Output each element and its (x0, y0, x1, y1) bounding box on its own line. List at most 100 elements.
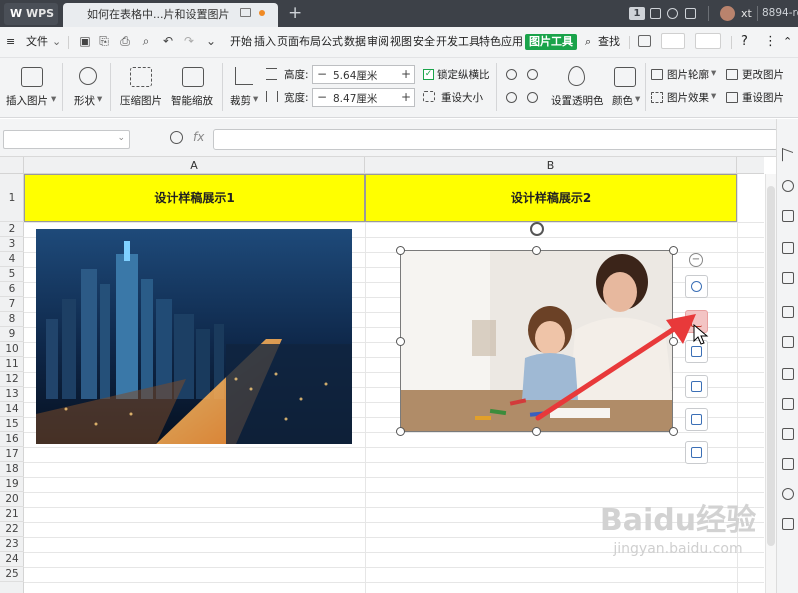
row-header[interactable]: 19 (0, 477, 24, 492)
file-chevron-down-icon[interactable]: ⌄ (52, 34, 61, 50)
more-panel-icon[interactable] (782, 518, 794, 530)
redo-icon[interactable]: ↷ (182, 34, 196, 48)
menu-hamburger-icon[interactable]: ≡ (6, 34, 15, 50)
save-icon[interactable]: ▣ (78, 34, 92, 48)
row-header[interactable]: 2 (0, 222, 24, 237)
height-value[interactable]: 5.64厘米 (333, 68, 377, 83)
edit-panel-icon[interactable] (782, 368, 794, 380)
picture-effect-icon[interactable] (651, 92, 663, 103)
picture-panel-icon[interactable] (782, 428, 794, 440)
reset-size-icon[interactable] (423, 91, 435, 102)
more-menu-icon[interactable]: ⋮ (764, 34, 777, 50)
cloud-sync-button[interactable] (695, 33, 721, 49)
search-icon[interactable]: ⌕ (585, 34, 591, 50)
insert-picture-icon[interactable] (21, 67, 43, 87)
print-icon[interactable]: ⎙ (118, 34, 132, 48)
row-header[interactable]: 12 (0, 372, 24, 387)
sync-icon[interactable] (667, 8, 678, 19)
smart-scale-button[interactable]: 智能缩放 (171, 93, 213, 108)
set-transparent-color-button[interactable]: 设置透明色 (551, 93, 604, 108)
resize-handle-top[interactable] (532, 246, 541, 255)
compress-picture-icon[interactable] (130, 67, 152, 87)
formula-input[interactable] (213, 129, 778, 150)
resize-handle-bottom-left[interactable] (396, 427, 405, 436)
tab-home[interactable]: 开始 (230, 34, 252, 50)
change-picture-button[interactable]: 更改图片 (742, 67, 784, 82)
contrast-up-icon[interactable] (506, 92, 517, 103)
collapse-toolbar-icon[interactable]: − (689, 253, 703, 267)
row-header[interactable]: 16 (0, 432, 24, 447)
name-box[interactable]: ⌄ (3, 130, 130, 149)
row-header[interactable]: 11 (0, 357, 24, 372)
cloud-doc-button[interactable] (661, 33, 685, 49)
row-header[interactable]: 24 (0, 552, 24, 567)
print-preview-icon[interactable]: ⌕ (139, 34, 153, 48)
row-header[interactable]: 14 (0, 402, 24, 417)
row-header[interactable]: 13 (0, 387, 24, 402)
lock-ratio-label[interactable]: 锁定纵横比 (437, 67, 490, 82)
shapes-panel-icon[interactable] (782, 180, 794, 192)
zoom-picture-button[interactable] (685, 275, 708, 298)
row-header[interactable]: 8 (0, 312, 24, 327)
tab-picture-tools[interactable]: 图片工具 (525, 34, 577, 50)
set-transparent-color-icon[interactable] (568, 66, 585, 86)
row-header[interactable]: 3 (0, 237, 24, 252)
picture-effect-button[interactable]: 图片效果 (667, 90, 709, 105)
shape-chevron-icon[interactable]: ▾ (97, 93, 102, 105)
rotate-handle-icon[interactable] (530, 222, 544, 236)
tab-security[interactable]: 安全 (413, 34, 435, 50)
crop-icon[interactable] (235, 67, 253, 85)
height-spinner[interactable]: − 5.64厘米 + (312, 65, 415, 84)
menu-file[interactable]: 文件 (26, 34, 48, 50)
picture-city-night[interactable] (36, 229, 352, 444)
tab-view[interactable]: 视图 (390, 34, 412, 50)
format-painter-icon[interactable]: ⎘ (97, 34, 111, 48)
document-panel-icon[interactable] (782, 336, 794, 348)
search-button[interactable]: 查找 (598, 34, 620, 50)
reset-size-button[interactable]: 重设大小 (441, 90, 483, 105)
scrollbar-thumb[interactable] (767, 186, 775, 546)
new-tab-icon[interactable]: + (288, 0, 302, 27)
resize-handle-top-right[interactable] (669, 246, 678, 255)
crop-chevron-icon[interactable]: ▾ (253, 93, 258, 105)
adjust-panel-icon[interactable] (782, 306, 794, 318)
row-header[interactable]: 18 (0, 462, 24, 477)
shape-icon[interactable] (79, 67, 97, 85)
change-picture-icon[interactable] (726, 69, 738, 80)
collapse-ribbon-icon[interactable]: ⌃ (783, 34, 792, 50)
tab-page-layout[interactable]: 页面布局 (277, 34, 321, 50)
row-header[interactable]: 22 (0, 522, 24, 537)
insert-picture-chevron-icon[interactable]: ▾ (51, 93, 56, 105)
tab-data[interactable]: 数据 (344, 34, 366, 50)
row-header[interactable]: 17 (0, 447, 24, 462)
lock-ratio-checkbox[interactable]: ✓ (423, 69, 434, 80)
row-header[interactable]: 5 (0, 267, 24, 282)
reset-picture-icon[interactable] (726, 92, 738, 103)
select-all-corner[interactable] (0, 157, 24, 174)
picture-outline-chevron-icon[interactable]: ▾ (711, 67, 716, 79)
crop-button[interactable]: 裁剪 (230, 93, 251, 108)
resize-handle-top-left[interactable] (396, 246, 405, 255)
name-box-chevron-icon[interactable]: ⌄ (117, 133, 125, 143)
row-header[interactable]: 4 (0, 252, 24, 267)
property-panel-icon[interactable] (782, 272, 794, 284)
cell-a1[interactable]: 设计样稿展示1 (24, 174, 365, 222)
contrast-down-icon[interactable] (527, 92, 538, 103)
width-decrease-button[interactable]: − (314, 89, 330, 106)
smart-scale-icon[interactable] (182, 67, 204, 87)
style-panel-icon[interactable] (782, 210, 794, 222)
tab-formulas[interactable]: 公式 (321, 34, 343, 50)
cell-b1[interactable]: 设计样稿展示2 (365, 174, 737, 222)
picture-color-icon[interactable] (614, 67, 636, 87)
brightness-up-icon[interactable] (506, 69, 517, 80)
history-panel-icon[interactable] (782, 488, 794, 500)
undo-icon[interactable]: ↶ (161, 34, 175, 48)
shape-button[interactable]: 形状 (74, 93, 95, 108)
picture-extract-button[interactable] (685, 441, 708, 464)
row-header[interactable]: 1 (0, 174, 24, 222)
width-value[interactable]: 8.47厘米 (333, 91, 377, 106)
row-header[interactable]: 15 (0, 417, 24, 432)
help-button[interactable]: ? (741, 34, 748, 50)
export-icon[interactable] (638, 35, 651, 47)
compress-picture-button[interactable]: 压缩图片 (120, 93, 162, 108)
